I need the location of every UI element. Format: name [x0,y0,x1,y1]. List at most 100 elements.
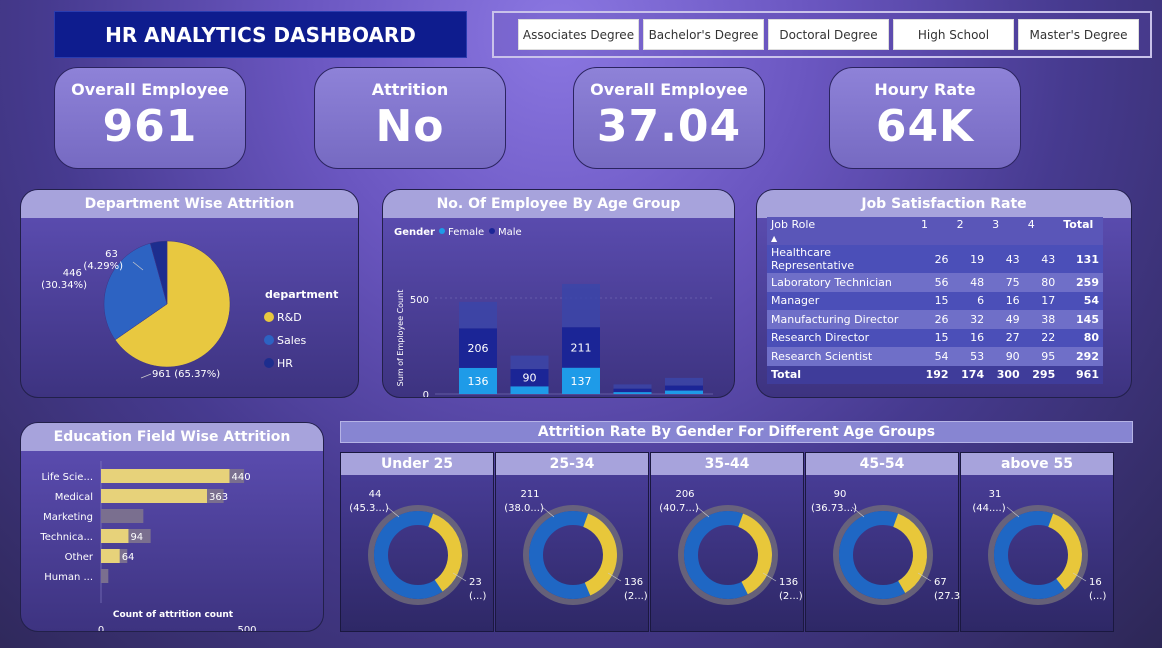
donut-slice-yellow[interactable] [892,513,927,593]
donut-chart: 90(36.73...) 67(27.3...) [811,489,974,605]
job-satisfaction-panel: Job Satisfaction Rate Job Role ▲ 1 2 3 4 … [756,189,1132,398]
sort-arrow-icon[interactable]: ▲ [771,234,777,243]
col-header-2[interactable]: 2 [953,217,989,245]
data-label-right: 16 (...) [1089,577,1106,602]
slicer-option-masters[interactable]: Master's Degree [1018,19,1139,50]
bar-background [101,509,144,523]
bar[interactable] [101,549,120,563]
bar-segment-male[interactable] [665,385,703,391]
x-axis-label: Count of attrition count [112,610,234,620]
data-label-left: 44 (45.3...) [349,489,389,514]
table-cell: 16 [1005,294,1020,308]
legend-item-sales: Sales [277,334,307,347]
table-row: Research Director 15 16 27 22 80 [767,328,1103,347]
bar[interactable] [101,529,129,543]
bar-segment-male[interactable] [613,388,652,393]
donut-panel-3544: 35-44 206 (40.7...) 136 (2...) [650,452,804,632]
bar-segment-other[interactable] [562,283,600,328]
legend-title: Gender [394,227,435,238]
table-cell: Manufacturing Director [771,312,899,326]
kpi-value: 961 [102,101,198,152]
table-cell: 26 [934,312,949,326]
data-label: 94 [130,532,143,543]
table-cell: 6 [977,294,985,308]
bar-segment-other[interactable] [459,301,497,329]
kpi-label: Overall Employee [590,80,748,99]
donut-chart: 44 (45.3...) 23 (...) [349,489,486,605]
col-header-total[interactable]: Total [1059,217,1103,245]
col-header-4[interactable]: 4 [1024,217,1060,245]
bar-segment-other[interactable] [510,355,549,370]
bar-segment-female[interactable] [613,392,652,394]
slicer-option-associates[interactable]: Associates Degree [518,19,639,50]
col-header-3[interactable]: 3 [988,217,1024,245]
table-cell: 53 [970,349,985,363]
department-attrition-panel: Department Wise Attrition department R&D… [20,189,359,398]
table-cell: 15 [934,331,949,345]
chart-title: No. Of Employee By Age Group [383,190,734,218]
donut-title: 35-44 [651,453,803,475]
age-group-panel: No. Of Employee By Age Group Gender Fema… [382,189,735,398]
y-axis-label: Sum of Employee Count [396,290,405,387]
kpi-card-overall-employee: Overall Employee 961 [54,67,246,169]
legend-marker-male [489,228,495,234]
table-cell: 80 [1041,275,1056,289]
bar-segment-other[interactable] [665,377,703,386]
table-cell: 961 [1076,368,1099,382]
education-slicer: Associates Degree Bachelor's Degree Doct… [492,11,1152,58]
kpi-card-average-age: Overall Employee 37.04 [573,67,765,169]
table-row: Laboratory Technician 56 48 75 80 259 [767,273,1103,292]
label-leader [140,373,152,379]
department-pie-chart: department R&D Sales HR 63 (4.29%) 446 (… [41,240,338,380]
slicer-option-bachelors[interactable]: Bachelor's Degree [643,19,764,50]
slicer-option-high-school[interactable]: High School [893,19,1014,50]
data-label: 64 [122,552,135,563]
table-row: Research Scientist 54 53 90 95 292 [767,347,1103,366]
col-header-job-role[interactable]: Job Role ▲ [767,217,917,245]
table-cell: 292 [1076,349,1099,363]
legend-marker-hr [264,358,274,368]
job-satisfaction-table-wrap: Job Role ▲ 1 2 3 4 Total Healthcare Repre… [767,217,1103,384]
donut-title: above 55 [961,453,1113,475]
y-tick-0: 0 [423,390,429,398]
data-label-left: 206 (40.7...) [659,489,699,514]
legend-marker-sales [264,335,274,345]
data-label-left: 90 (36.73...) [811,489,857,514]
donut-chart: 211 (38.0...) 136 (2...) [504,489,648,605]
donut-title: Under 25 [341,453,493,475]
legend-item-female: Female [448,227,484,238]
chart-title: Education Field Wise Attrition [21,423,323,451]
col-header-1[interactable]: 1 [917,217,953,245]
donut-slice-yellow[interactable] [582,513,617,596]
bar-segment-female[interactable] [510,386,549,394]
donut-slice-yellow[interactable] [737,513,772,595]
bar[interactable] [101,469,230,483]
table-cell: 192 [925,368,949,382]
table-cell: Research Director [771,331,870,345]
table-cell: 19 [970,252,985,266]
y-tick-label: Other [65,552,94,563]
data-label-right: 67(27.3...) [934,577,960,602]
table-cell: Healthcare Representative [771,246,855,272]
table-cell: 54 [934,349,949,363]
table-cell: 16 [970,331,985,345]
kpi-card-attrition: Attrition No [314,67,506,169]
data-label: 363 [209,492,228,503]
bar-segment-other[interactable] [613,384,652,389]
slicer-option-doctoral[interactable]: Doctoral Degree [768,19,889,50]
y-tick-label: Human ... [44,572,93,583]
kpi-value: 37.04 [596,101,742,152]
job-satisfaction-table: Job Role ▲ 1 2 3 4 Total Healthcare Repre… [767,217,1103,384]
donut-panel-4554: 45-54 90(36.73...) 67(27.3...) [805,452,974,632]
bar-segment-female[interactable] [665,390,703,394]
donut-slice-yellow[interactable] [1047,513,1082,590]
table-cell: 300 [996,368,1020,382]
bar[interactable] [101,489,207,503]
education-attrition-panel: Education Field Wise Attrition Life Scie… [20,422,324,632]
donut-slice-yellow[interactable] [427,513,462,592]
legend-marker-female [439,228,445,234]
bar-background [101,569,109,583]
table-cell: 27 [1005,331,1020,345]
y-tick-label: Medical [55,492,93,503]
y-tick-label: Life Scie... [41,472,93,483]
